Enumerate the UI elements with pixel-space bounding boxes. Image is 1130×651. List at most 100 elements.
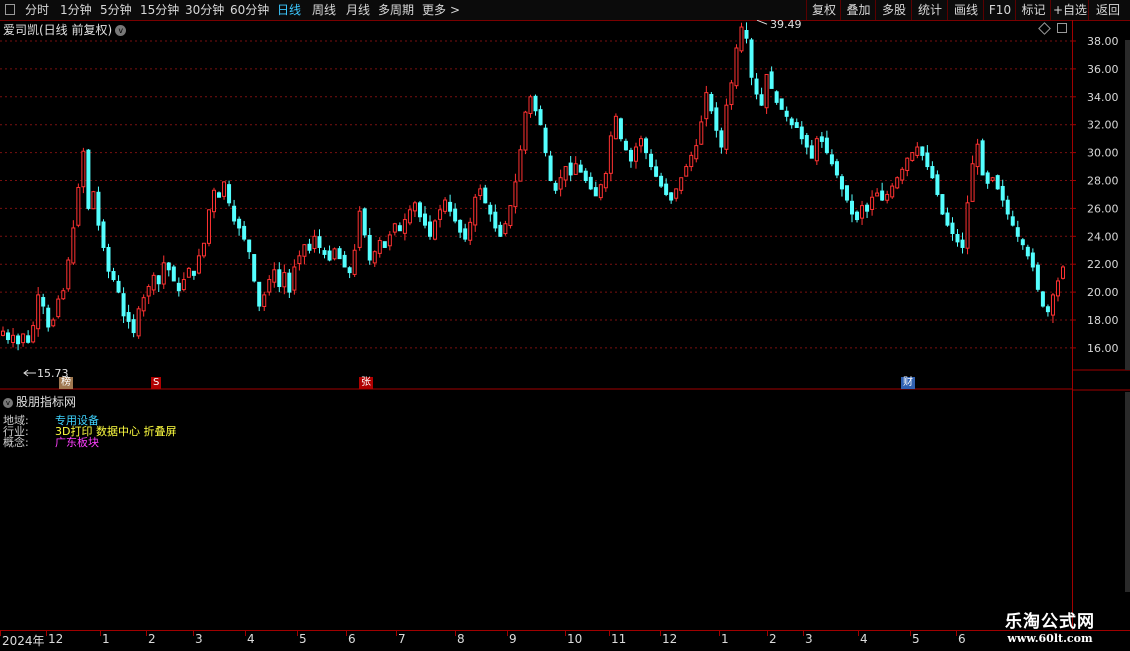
candle-24 xyxy=(121,287,126,323)
candlestick-chart[interactable]: 39.4915.73 xyxy=(0,20,1072,390)
chevron-down-icon[interactable]: v xyxy=(3,397,13,408)
candle-140 xyxy=(704,85,709,127)
candle-77 xyxy=(387,231,392,251)
candle-32 xyxy=(161,255,166,289)
tab-period-8[interactable]: 月线 xyxy=(346,0,370,20)
candle-65 xyxy=(327,245,332,262)
tab-period-3[interactable]: 15分钟 xyxy=(140,0,179,20)
indicator-title[interactable]: v 股朋指标网 xyxy=(3,393,76,410)
candle-195 xyxy=(980,138,985,176)
candle-211 xyxy=(1061,265,1065,280)
tool-button-2[interactable]: 多股 xyxy=(875,0,912,20)
side-scrollbar[interactable] xyxy=(1125,40,1130,370)
candle-70 xyxy=(352,244,357,277)
event-marker-3[interactable]: 财 xyxy=(901,377,915,389)
candle-22 xyxy=(111,267,116,282)
candle-153 xyxy=(769,66,774,89)
event-marker-1[interactable]: S xyxy=(151,377,162,389)
tool-button-5[interactable]: F10 xyxy=(983,0,1016,20)
chevron-right-icon[interactable]: > xyxy=(450,0,460,20)
tool-button-6[interactable]: 标记 xyxy=(1015,0,1051,20)
side-scrollbar-lower[interactable] xyxy=(1125,392,1130,592)
tab-period-0[interactable]: 分时 xyxy=(25,0,49,20)
date-tick-10 xyxy=(507,631,508,636)
date-label-8: 7 xyxy=(398,632,406,646)
candle-173 xyxy=(870,190,875,216)
tab-period-5[interactable]: 60分钟 xyxy=(230,0,269,20)
candle-15 xyxy=(76,183,81,228)
candle-184 xyxy=(925,145,930,170)
candle-1 xyxy=(6,329,11,344)
price-tick-label-2: 20.00 xyxy=(1087,286,1119,299)
tool-button-8[interactable]: 返回 xyxy=(1088,0,1127,20)
candle-75 xyxy=(377,237,382,258)
candle-188 xyxy=(945,207,950,227)
tab-period-7[interactable]: 周线 xyxy=(312,0,336,20)
candle-156 xyxy=(784,106,789,122)
tab-period-10[interactable]: 更多 xyxy=(422,0,446,20)
date-tick-9 xyxy=(455,631,456,636)
candle-3 xyxy=(16,333,21,351)
date-axis: 2024年 12 1 2 3 4 5 6 7 8 9 10 11 12 1 2 3 4 5 6 xyxy=(0,630,1130,651)
date-tick-18 xyxy=(910,631,911,636)
candle-162 xyxy=(814,135,819,165)
candle-143 xyxy=(719,127,724,154)
tab-period-2[interactable]: 5分钟 xyxy=(100,0,132,20)
candle-185 xyxy=(930,161,935,179)
candle-203 xyxy=(1020,238,1025,250)
candle-154 xyxy=(774,90,779,105)
candle-137 xyxy=(689,151,694,172)
tab-period-1[interactable]: 1分钟 xyxy=(60,0,92,20)
candle-128 xyxy=(644,136,649,160)
candle-107 xyxy=(538,105,543,126)
candle-52 xyxy=(262,291,267,311)
price-tick-label-1: 18.00 xyxy=(1087,314,1119,327)
candle-49 xyxy=(247,239,252,260)
candle-61 xyxy=(307,238,312,254)
tab-period-6[interactable]: 日线 xyxy=(277,0,301,20)
date-tick-19 xyxy=(956,631,957,636)
indicator-name: 股朋指标网 xyxy=(16,395,77,409)
candle-131 xyxy=(659,172,664,188)
candle-180 xyxy=(905,157,910,177)
price-axis: 16.00 18.00 20.00 22.00 24.00 26.00 28.00 30.00… xyxy=(1072,20,1130,630)
candle-122 xyxy=(613,113,618,140)
event-marker-0[interactable]: 榜 xyxy=(59,377,73,389)
candle-127 xyxy=(639,135,644,153)
tool-button-3[interactable]: 统计 xyxy=(911,0,948,20)
tab-period-9[interactable]: 多周期 xyxy=(378,0,414,20)
candle-62 xyxy=(312,229,317,253)
candle-23 xyxy=(116,275,121,294)
candle-44 xyxy=(222,181,227,200)
tool-button-4[interactable]: 画线 xyxy=(947,0,984,20)
candle-121 xyxy=(608,131,613,182)
watermark-url: www.60lt.com xyxy=(1007,632,1093,645)
candle-177 xyxy=(890,183,895,199)
date-label-17: 4 xyxy=(860,632,868,646)
candle-42 xyxy=(211,187,216,219)
candle-187 xyxy=(940,194,945,216)
candle-68 xyxy=(342,251,347,268)
date-tick-11 xyxy=(565,631,566,636)
candle-113 xyxy=(568,155,573,182)
event-marker-2[interactable]: 张 xyxy=(359,377,373,389)
date-label-7: 6 xyxy=(348,632,356,646)
candle-148 xyxy=(744,22,749,44)
date-tick-6 xyxy=(297,631,298,636)
window-menu-icon[interactable] xyxy=(5,4,15,15)
candle-96 xyxy=(483,184,488,204)
candle-91 xyxy=(458,219,463,239)
candle-169 xyxy=(850,194,855,223)
candle-167 xyxy=(839,174,844,197)
candle-109 xyxy=(548,150,553,182)
candle-35 xyxy=(176,277,181,297)
candle-31 xyxy=(156,275,161,293)
candle-175 xyxy=(880,182,885,201)
tool-button-0[interactable]: 复权 xyxy=(806,0,841,20)
candle-170 xyxy=(855,210,860,223)
candle-19 xyxy=(96,186,101,231)
tab-period-4[interactable]: 30分钟 xyxy=(185,0,224,20)
tool-button-7[interactable]: +自选 xyxy=(1050,0,1089,20)
candle-63 xyxy=(317,229,322,254)
tool-button-1[interactable]: 叠加 xyxy=(840,0,876,20)
